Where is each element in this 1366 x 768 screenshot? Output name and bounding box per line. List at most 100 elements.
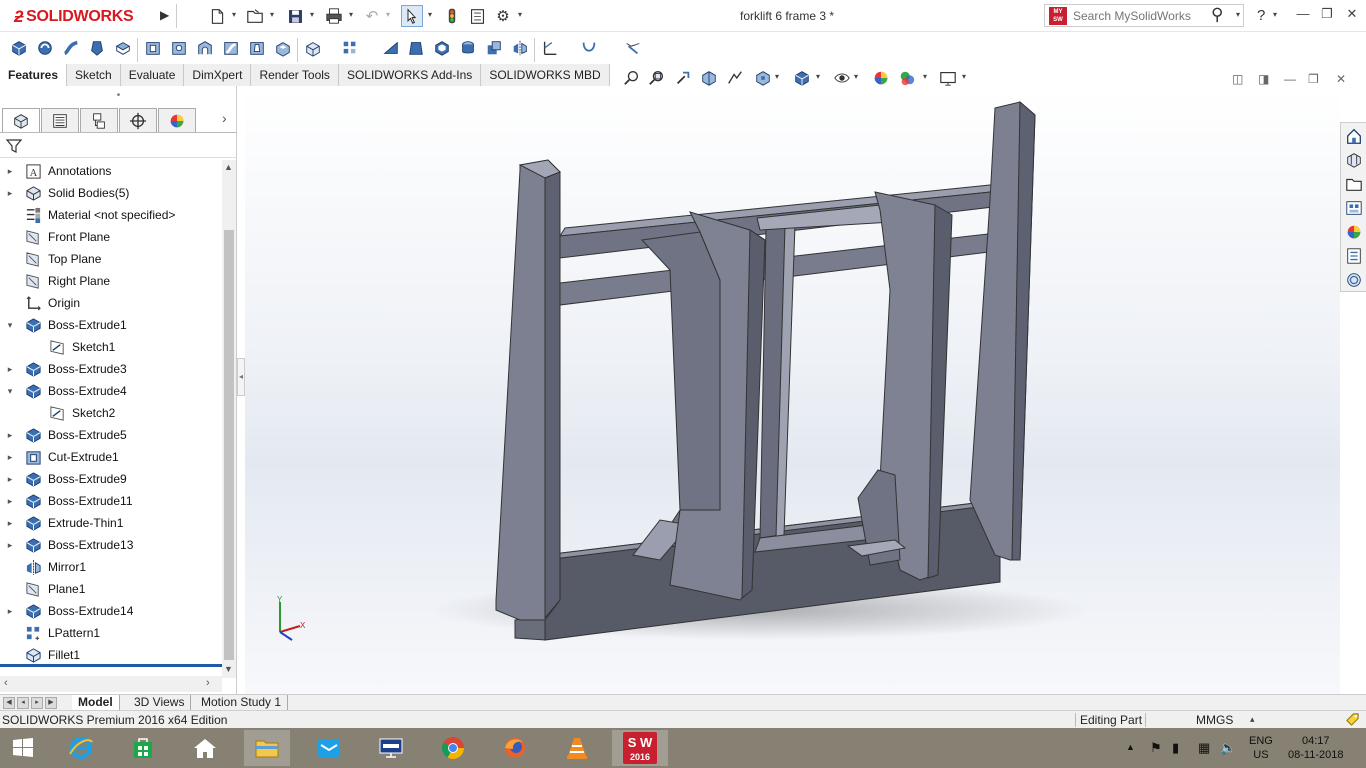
panel-grip[interactable]: •	[0, 86, 237, 106]
tree-item[interactable]: Front Plane	[0, 226, 222, 248]
restore-window-icon[interactable]: ❐	[1316, 6, 1338, 24]
unit-system[interactable]: MMGS	[1196, 713, 1233, 727]
new-dropdown-icon[interactable]: ▾	[232, 10, 236, 19]
undo-icon[interactable]: ↶	[362, 6, 382, 26]
displaymanager-icon[interactable]	[158, 108, 196, 132]
tab-dimxpert[interactable]: DimXpert	[184, 64, 252, 86]
scene-dropdown-icon[interactable]: ▾	[923, 72, 927, 81]
linear-pattern-icon[interactable]	[340, 38, 360, 58]
print-dropdown-icon[interactable]: ▾	[349, 10, 353, 19]
close-window-icon[interactable]: ✕	[1341, 6, 1363, 24]
design-library-icon[interactable]	[1344, 150, 1364, 170]
panel-tabs-next-icon[interactable]: ›	[222, 110, 227, 126]
scroll-left-icon[interactable]: ‹	[4, 677, 8, 689]
view-palette-icon[interactable]	[1344, 198, 1364, 218]
options-gear-icon[interactable]: ⚙	[493, 6, 513, 26]
tree-item[interactable]: ▸ Boss-Extrude11	[0, 490, 222, 512]
home-icon[interactable]	[182, 730, 228, 766]
collapse-icon[interactable]: ▾	[5, 386, 15, 397]
zoom-to-area-icon[interactable]	[647, 68, 667, 88]
scroll-right-icon[interactable]: ›	[206, 677, 210, 689]
instant3d-icon[interactable]	[623, 38, 643, 58]
custom-properties-icon[interactable]	[1344, 246, 1364, 266]
open-dropdown-icon[interactable]: ▾	[270, 10, 274, 19]
tab-solidworks-mbd[interactable]: SOLIDWORKS MBD	[481, 64, 610, 86]
tree-item[interactable]: Mirror1	[0, 556, 222, 578]
solidworks-resources-icon[interactable]	[1344, 126, 1364, 146]
file-explorer-taskbar-icon[interactable]	[244, 730, 290, 766]
network-icon[interactable]: ▦	[1198, 740, 1210, 756]
input-language[interactable]: ENG US	[1249, 734, 1273, 762]
save-dropdown-icon[interactable]: ▾	[310, 10, 314, 19]
propertymanager-icon[interactable]	[41, 108, 79, 132]
tree-item[interactable]: Right Plane	[0, 270, 222, 292]
tab-sketch[interactable]: Sketch	[67, 64, 121, 86]
configurationmanager-icon[interactable]	[80, 108, 118, 132]
expand-icon[interactable]: ▸	[5, 452, 15, 463]
hole-wizard-icon[interactable]	[169, 38, 189, 58]
search-dropdown-icon[interactable]: ▾	[1236, 10, 1240, 19]
internet-explorer-icon[interactable]	[58, 730, 104, 766]
save-icon[interactable]	[285, 6, 305, 26]
view-settings-dropdown-icon[interactable]: ▾	[962, 72, 966, 81]
tree-filter[interactable]	[0, 134, 237, 158]
mail-icon[interactable]	[306, 730, 352, 766]
select-pointer-icon[interactable]	[401, 5, 423, 27]
dynamic-annotation-icon[interactable]	[725, 68, 745, 88]
tree-item[interactable]: ▸ Boss-Extrude9	[0, 468, 222, 490]
undo-dropdown-icon[interactable]: ▾	[386, 10, 390, 19]
solidworks-taskbar-icon[interactable]: S W 2016	[612, 730, 668, 766]
expand-icon[interactable]: ▸	[5, 540, 15, 551]
expand-icon[interactable]: ▸	[5, 188, 15, 199]
forklift-frame-model[interactable]	[245, 86, 1340, 694]
tree-item[interactable]: ▸ Boss-Extrude5	[0, 424, 222, 446]
tag-icon[interactable]	[1345, 712, 1360, 727]
tab-render-tools[interactable]: Render Tools	[251, 64, 339, 86]
revolved-cut-icon[interactable]	[195, 38, 215, 58]
search-icon[interactable]: ⚲	[1211, 5, 1223, 25]
vlc-icon[interactable]	[554, 730, 600, 766]
swept-cut-icon[interactable]	[221, 38, 241, 58]
scroll-down-icon[interactable]: ▼	[224, 664, 233, 674]
print-icon[interactable]	[324, 6, 344, 26]
lofted-boss-icon[interactable]	[87, 38, 107, 58]
unit-system-dropdown-icon[interactable]: ▴	[1250, 714, 1255, 725]
tree-item[interactable]: ▸ A Annotations	[0, 160, 222, 182]
mirror-icon[interactable]	[510, 38, 530, 58]
collapse-icon[interactable]: ▾	[5, 320, 15, 331]
viewport-tile-right-icon[interactable]: ◨	[1258, 72, 1269, 86]
help-dropdown-icon[interactable]: ▾	[1273, 10, 1277, 19]
tree-item[interactable]: Origin	[0, 292, 222, 314]
boundary-boss-icon[interactable]	[113, 38, 133, 58]
view-settings-icon[interactable]	[938, 68, 958, 88]
tree-item[interactable]: ▸ Cut-Extrude1	[0, 446, 222, 468]
expand-icon[interactable]: ▸	[5, 364, 15, 375]
swept-boss-icon[interactable]	[61, 38, 81, 58]
display-style-dropdown-icon[interactable]: ▾	[816, 72, 820, 81]
reference-geometry-icon[interactable]	[540, 38, 560, 58]
wrap-icon[interactable]	[458, 38, 478, 58]
tree-item[interactable]: ▾ Boss-Extrude1	[0, 314, 222, 336]
featuremanager-tree-icon[interactable]	[2, 108, 40, 132]
expand-icon[interactable]: ▸	[5, 430, 15, 441]
view-orientation-dropdown-icon[interactable]: ▾	[775, 72, 779, 81]
show-hidden-icons-icon[interactable]: ▲	[1126, 742, 1135, 752]
extruded-boss-icon[interactable]	[9, 38, 29, 58]
open-folder-icon[interactable]	[245, 6, 265, 26]
tab-first-icon[interactable]: ◀	[3, 697, 15, 709]
intersect-icon[interactable]	[484, 38, 504, 58]
lenovo-app-icon[interactable]	[368, 730, 414, 766]
viewport-tile-left-icon[interactable]: ◫	[1232, 72, 1243, 86]
solidworks-forum-icon[interactable]	[1344, 270, 1364, 290]
scroll-up-icon[interactable]: ▲	[224, 162, 233, 172]
file-explorer-icon[interactable]	[1344, 174, 1364, 194]
viewport-close-icon[interactable]: ✕	[1336, 72, 1346, 86]
tab-next-icon[interactable]: ▸	[31, 697, 43, 709]
tree-item[interactable]: ▸ Boss-Extrude13	[0, 534, 222, 556]
lofted-cut-icon[interactable]	[247, 38, 267, 58]
tab-solidworks-addins[interactable]: SOLIDWORKS Add-Ins	[338, 64, 482, 86]
revolved-boss-icon[interactable]	[35, 38, 55, 58]
graphics-area[interactable]: Y X	[245, 86, 1340, 694]
rollback-bar[interactable]	[0, 664, 222, 667]
tree-item[interactable]: ▾ Boss-Extrude4	[0, 380, 222, 402]
